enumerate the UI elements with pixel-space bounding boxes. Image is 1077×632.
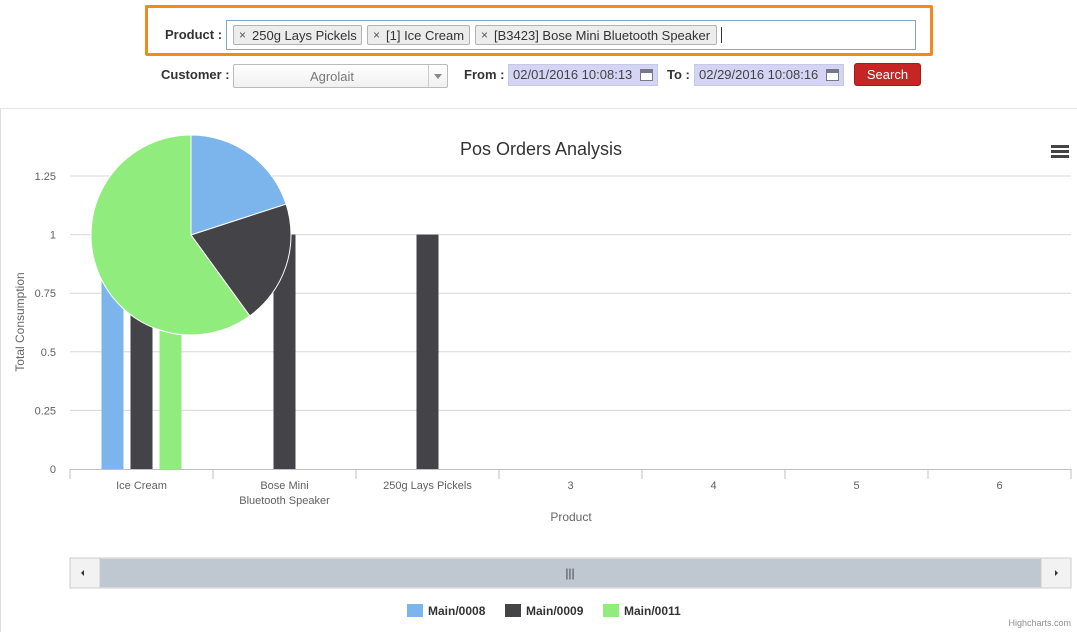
legend-item[interactable]: Main/0009 — [505, 604, 584, 618]
x-tick-label: Bose Mini Bluetooth Speaker — [239, 480, 330, 507]
legend-label: Main/0011 — [624, 604, 681, 618]
pos-orders-chart: 0 0.25 0.5 0.75 1 1.25 Ice Cream Bose Mini Blue… — [13, 134, 1072, 628]
x-tick-label: 250g Lays Pickels — [383, 480, 472, 492]
legend-item[interactable]: Main/0011 — [603, 604, 681, 618]
x-tick-label: 4 — [710, 480, 716, 492]
legend-item[interactable]: Main/0008 — [407, 604, 486, 618]
legend-swatch — [603, 604, 619, 617]
navigator-scrollbar[interactable]: ||| — [69, 557, 1072, 589]
bar-main-0009[interactable] — [416, 234, 439, 469]
legend: Main/0008 Main/0009 Main/0011 — [407, 604, 681, 618]
pie-chart — [90, 134, 292, 336]
x-tick-label: 5 — [853, 480, 859, 492]
scrollbar-grip-icon[interactable]: ||| — [565, 566, 574, 580]
scroll-left-button[interactable] — [69, 557, 101, 589]
chart-title: Pos Orders Analysis — [460, 139, 622, 159]
y-tick-label: 0.25 — [35, 405, 56, 417]
legend-label: Main/0008 — [428, 604, 486, 618]
y-tick-label: 0.5 — [41, 347, 56, 359]
y-tick-label: 1 — [50, 230, 56, 242]
hamburger-menu-icon[interactable] — [1051, 145, 1069, 159]
x-axis: Ice Cream Bose Mini Bluetooth Speaker 250g … — [69, 469, 1072, 507]
legend-label: Main/0009 — [526, 604, 584, 618]
x-tick-label: 6 — [996, 480, 1002, 492]
y-tick-label: 0 — [50, 464, 56, 476]
x-tick-label: 3 — [567, 480, 573, 492]
legend-swatch — [407, 604, 423, 617]
legend-swatch — [505, 604, 521, 617]
y-tick-label: 1.25 — [35, 171, 56, 183]
y-axis-title: Total Consumption — [13, 272, 27, 371]
y-tick-label: 0.75 — [35, 288, 56, 300]
credits-link[interactable]: Highcharts.com — [1008, 618, 1071, 628]
x-tick-label: Ice Cream — [116, 480, 167, 492]
x-axis-title: Product — [550, 510, 592, 524]
y-axis-ticks: 0 0.25 0.5 0.75 1 1.25 — [35, 171, 56, 476]
